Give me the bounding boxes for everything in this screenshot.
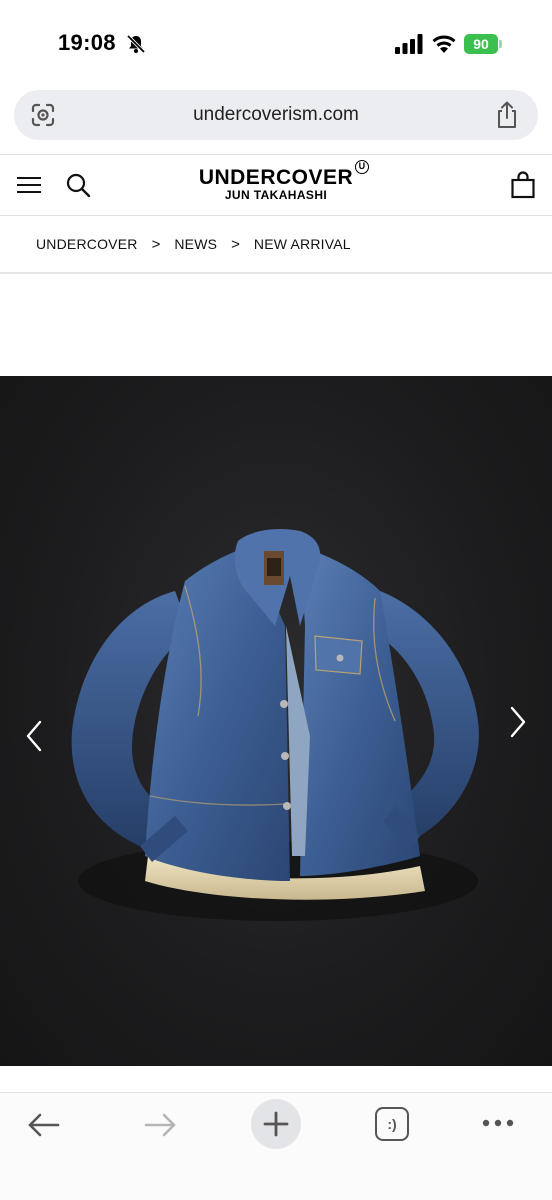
battery-cap (499, 40, 502, 48)
logo-main: UNDERCOVER U (198, 160, 370, 189)
url-text[interactable]: undercoverism.com (14, 104, 538, 126)
status-bar: 19:08 90 (0, 0, 552, 90)
wifi-icon (432, 35, 456, 53)
signal-icon (395, 34, 423, 54)
tabs-button[interactable]: :) (375, 1107, 409, 1141)
chevron-right-icon[interactable] (504, 702, 532, 742)
breadcrumb-undercover[interactable]: UNDERCOVER (36, 236, 138, 252)
logo-sub: JUN TAKAHASHI (224, 188, 328, 202)
site-header: UNDERCOVER U JUN TAKAHASHI (0, 154, 552, 216)
breadcrumb-news[interactable]: NEWS (174, 236, 217, 252)
breadcrumb-new-arrival[interactable]: NEW ARRIVAL (254, 236, 351, 252)
hero-carousel[interactable] (0, 376, 552, 1066)
battery-level: 90 (464, 34, 498, 54)
new-tab-button[interactable] (251, 1099, 301, 1149)
chevron-left-icon[interactable] (20, 716, 48, 756)
browser-toolbar: :) (0, 1092, 552, 1200)
shopping-bag-icon[interactable] (511, 171, 535, 199)
denim-jacket-image (71, 529, 479, 921)
site-logo[interactable]: UNDERCOVER U JUN TAKAHASHI (0, 160, 552, 202)
battery-charging-icon: 90 (464, 33, 502, 55)
breadcrumb-separator: > (151, 235, 161, 253)
back-arrow-icon[interactable] (26, 1111, 62, 1139)
breadcrumb-separator: > (231, 235, 240, 253)
logo-main-text: UNDERCOVER (198, 166, 354, 189)
share-icon[interactable] (494, 101, 520, 129)
more-icon[interactable] (481, 1113, 515, 1133)
forward-arrow-icon[interactable] (142, 1111, 178, 1139)
logo-badge: U (355, 160, 370, 174)
status-time: 19:08 (58, 30, 116, 55)
plus-icon (263, 1111, 289, 1137)
address-bar[interactable]: undercoverism.com (14, 90, 538, 140)
breadcrumb: UNDERCOVER > NEWS > NEW ARRIVAL (0, 216, 552, 274)
bell-muted-icon (126, 34, 146, 54)
